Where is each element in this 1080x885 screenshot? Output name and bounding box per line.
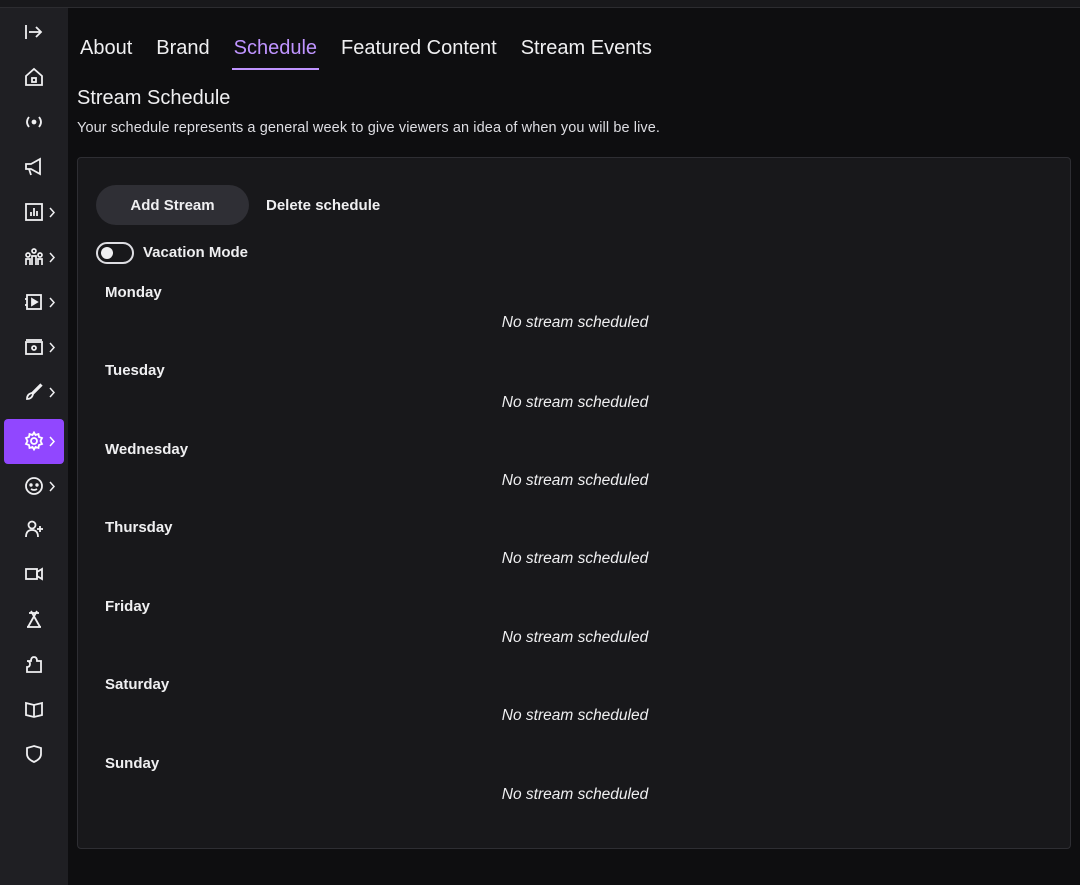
schedule-panel: Add Stream Delete schedule Vacation Mode… (77, 157, 1071, 849)
help-book-icon (24, 699, 44, 719)
day-status: No stream scheduled (501, 314, 649, 331)
chevron-right-icon (48, 252, 56, 263)
sidebar-item-community[interactable] (4, 235, 64, 280)
day-name: Saturday (105, 676, 170, 693)
sidebar-item-stream[interactable] (4, 100, 64, 145)
day-status: No stream scheduled (501, 394, 649, 411)
tab-featured-content[interactable]: Featured Content (341, 34, 497, 70)
megaphone-icon (24, 157, 44, 177)
tab-schedule[interactable]: Schedule (231, 34, 320, 70)
day-wednesday: Wednesday No stream scheduled (105, 441, 1045, 489)
analytics-icon (24, 202, 44, 222)
page-title: Stream Schedule (77, 87, 231, 109)
day-name: Friday (105, 598, 151, 615)
day-status: No stream scheduled (501, 786, 649, 803)
day-thursday: Thursday No stream scheduled (105, 519, 1045, 567)
delete-schedule-button[interactable]: Delete schedule (260, 185, 386, 225)
sidebar-collapse-button[interactable] (4, 10, 64, 55)
day-tuesday: Tuesday No stream scheduled (105, 362, 1045, 411)
top-bar (0, 0, 1080, 8)
settings-icon (24, 431, 44, 451)
add-friend-icon (24, 519, 44, 539)
sidebar-item-promotions[interactable] (4, 145, 64, 190)
sidebar-item-customization[interactable] (4, 370, 64, 415)
community-icon (24, 247, 44, 267)
sidebar-item-help[interactable] (4, 687, 64, 732)
content-icon (24, 292, 44, 312)
video-icon (24, 564, 44, 584)
vacation-mode-toggle[interactable] (96, 242, 134, 264)
sidebar-item-creator-camp[interactable] (4, 597, 64, 642)
day-monday: Monday No stream scheduled (105, 284, 1045, 331)
sidebar-item-video[interactable] (4, 552, 64, 597)
day-name: Monday (105, 284, 162, 301)
day-sunday: Sunday No stream scheduled (105, 755, 1045, 803)
emotes-icon (24, 476, 44, 496)
day-status: No stream scheduled (501, 550, 649, 567)
sidebar-item-analytics[interactable] (4, 190, 64, 235)
sidebar-item-friends[interactable] (4, 507, 64, 552)
chevron-right-icon (48, 436, 56, 447)
home-icon (24, 67, 44, 87)
broadcast-icon (24, 112, 44, 132)
vacation-mode-label: Vacation Mode (143, 244, 249, 261)
day-saturday: Saturday No stream scheduled (105, 676, 1045, 724)
chevron-right-icon (48, 342, 56, 353)
page-description: Your schedule represents a general week … (77, 120, 661, 136)
sidebar-item-emotes[interactable] (4, 464, 64, 509)
tab-stream-events[interactable]: Stream Events (521, 34, 652, 70)
extensions-icon (24, 654, 44, 674)
tab-bar: About Brand Schedule Featured Content St… (80, 34, 676, 74)
day-name: Wednesday (105, 441, 189, 458)
chevron-right-icon (48, 387, 56, 398)
collapse-arrow-icon (24, 22, 44, 42)
chevron-right-icon (48, 481, 56, 492)
sidebar-item-safety[interactable] (4, 732, 64, 777)
day-status: No stream scheduled (501, 629, 649, 646)
day-name: Sunday (105, 755, 160, 772)
sidebar-item-monetization[interactable] (4, 325, 64, 370)
day-status: No stream scheduled (501, 472, 649, 489)
sidebar-item-home[interactable] (4, 55, 64, 100)
chevron-right-icon (48, 297, 56, 308)
sidebar-item-content[interactable] (4, 280, 64, 325)
tab-about[interactable]: About (80, 34, 132, 70)
monetization-icon (24, 337, 44, 357)
creator-camp-icon (24, 609, 44, 629)
customization-icon (24, 382, 44, 402)
chevron-right-icon (48, 207, 56, 218)
sidebar-item-extensions[interactable] (4, 642, 64, 687)
sidebar-item-settings[interactable] (4, 419, 64, 464)
day-status: No stream scheduled (501, 707, 649, 724)
day-name: Tuesday (105, 362, 165, 379)
add-stream-button[interactable]: Add Stream (96, 185, 249, 225)
tab-brand[interactable]: Brand (156, 34, 209, 70)
toggle-knob (101, 247, 113, 259)
day-friday: Friday No stream scheduled (105, 598, 1045, 646)
day-name: Thursday (105, 519, 173, 536)
safety-shield-icon (24, 744, 44, 764)
sidebar (0, 8, 68, 885)
